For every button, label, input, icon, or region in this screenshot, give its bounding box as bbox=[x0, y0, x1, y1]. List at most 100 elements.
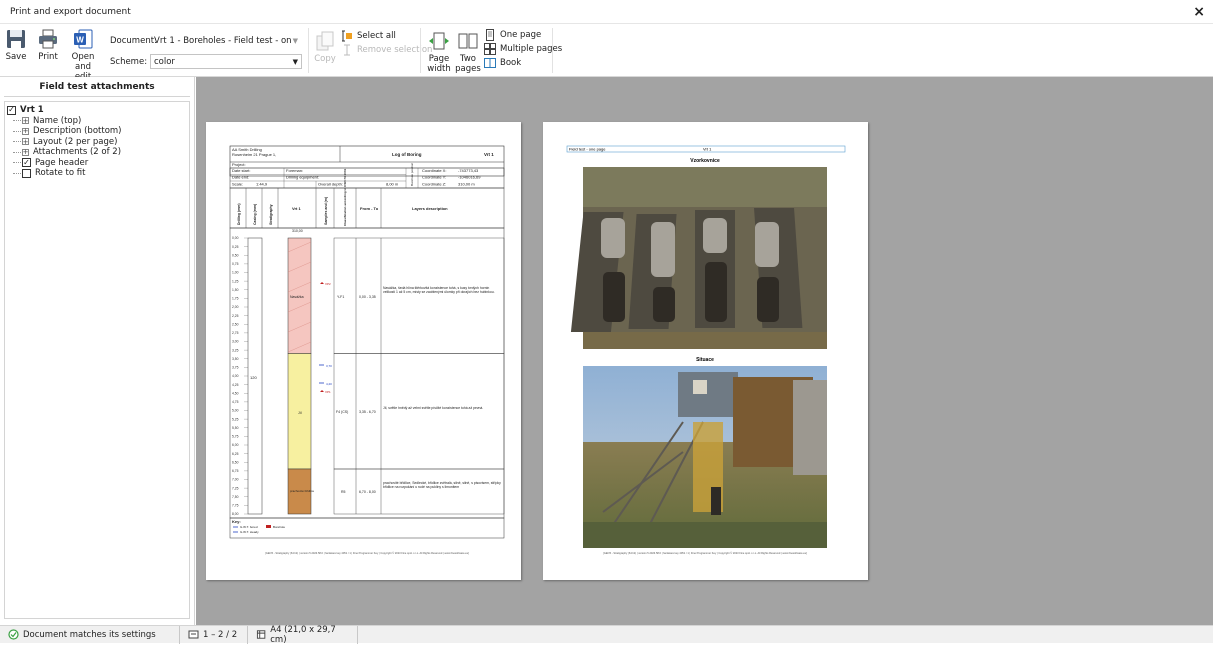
print-button[interactable]: Print bbox=[35, 28, 61, 62]
two-pages-icon bbox=[458, 33, 478, 49]
depth-tick-label: 1,50 bbox=[232, 288, 239, 292]
multiple-pages-button[interactable]: Multiple pages bbox=[484, 43, 562, 55]
expand-plus-icon[interactable]: + bbox=[22, 117, 29, 125]
expand-plus-icon[interactable]: + bbox=[22, 138, 29, 146]
borehole-name: Vrt 1 bbox=[484, 152, 494, 157]
book-button[interactable]: Book bbox=[484, 57, 521, 69]
tree-item-rotate-to-fit[interactable]: Rotate to fit bbox=[5, 168, 189, 179]
depth-tick-label: 5,50 bbox=[232, 426, 239, 430]
boring-log-sheet: AA Smith Drilling Rosenheim 21 Prague 1,… bbox=[229, 145, 505, 555]
multiple-pages-icon bbox=[484, 43, 496, 55]
depth-tick-label: 1,75 bbox=[232, 297, 239, 301]
tree-item-label: Vrt 1 bbox=[20, 105, 44, 116]
tree-item-label: Layout (2 per page) bbox=[33, 136, 118, 147]
open-and-edit-button[interactable]: W Open and edit bbox=[66, 28, 100, 82]
save-button[interactable]: Save bbox=[3, 28, 29, 62]
depth-tick-label: 0,25 bbox=[232, 245, 239, 249]
layer-1-desc-box: Navážka, šedá hlína štěrkovitá konzisten… bbox=[383, 286, 495, 294]
position-label: Borehole position bbox=[410, 162, 414, 186]
scale-label: Scale: bbox=[232, 182, 243, 187]
sample-marker-icon bbox=[320, 282, 324, 284]
print-preview-area[interactable]: AA Smith Drilling Rosenheim 21 Prague 1,… bbox=[196, 77, 1213, 625]
sample-marker-icon bbox=[320, 390, 324, 392]
select-all-button[interactable]: Select all bbox=[341, 30, 396, 42]
depth-tick-label: 7,50 bbox=[232, 495, 239, 499]
status-paper-text: A4 (21,0 x 29,7 cm) bbox=[270, 624, 336, 645]
tree-item-attachments[interactable]: + Attachments (2 of 2) bbox=[5, 147, 189, 158]
page-width-icon bbox=[429, 32, 449, 50]
coord-x-label: Coordinate X: bbox=[422, 168, 446, 173]
preview-page-1[interactable]: AA Smith Drilling Rosenheim 21 Prague 1,… bbox=[206, 122, 521, 580]
two-pages-label-1: Two bbox=[460, 54, 476, 64]
layer-2-class: F4 (CS) bbox=[336, 410, 348, 414]
tree-item-label: Attachments (2 of 2) bbox=[33, 147, 122, 158]
page-header-right: Vrt 1 bbox=[703, 147, 712, 152]
depth-value: 8,00 m bbox=[386, 182, 399, 187]
expand-plus-icon[interactable]: + bbox=[22, 127, 29, 135]
layer-1-description: Navážka, šedá hlína štěrkovitá konzisten… bbox=[383, 286, 495, 294]
checkbox-checked-icon[interactable]: ✓ bbox=[7, 105, 16, 115]
copy-label: Copy bbox=[314, 54, 336, 64]
close-icon[interactable]: × bbox=[1193, 4, 1205, 20]
key-item-1: G.W.T. bored bbox=[240, 525, 258, 529]
attachments-panel-header: Field test attachments bbox=[4, 77, 190, 97]
key-label: Key: bbox=[232, 519, 241, 524]
scheme-select[interactable]: color ▼ bbox=[150, 54, 302, 69]
coord-y-value: -1046016,69 bbox=[458, 175, 481, 180]
one-page-button[interactable]: One page bbox=[484, 29, 541, 41]
printer-icon bbox=[39, 29, 57, 49]
layer-3-description: prachovité břidlice, Sedlecké, břidlice … bbox=[383, 481, 501, 489]
tree-item-name-top[interactable]: + Name (top) bbox=[5, 116, 189, 127]
depth-tick-label: 6,50 bbox=[232, 460, 239, 464]
ribbon-separator bbox=[552, 28, 553, 73]
pages-icon bbox=[188, 630, 199, 639]
col-casing: Casing (mm) bbox=[253, 204, 257, 225]
col-drilling: Drilling (mm) bbox=[237, 203, 241, 225]
project-label: Project: bbox=[232, 162, 246, 167]
svg-text:W: W bbox=[76, 36, 84, 45]
col-stratigraphy: Stratigraphy bbox=[269, 204, 273, 225]
tree-item-label: Name (top) bbox=[33, 115, 82, 126]
scale-value: 1:44,9 bbox=[256, 182, 268, 187]
layer-1-fromto: 0,00 - 3,35 bbox=[359, 295, 376, 299]
scheme-label: Scheme: bbox=[110, 57, 148, 67]
cursor-icon bbox=[344, 44, 350, 56]
depth-tick-label: 4,25 bbox=[232, 383, 239, 387]
status-pages: 1 – 2 / 2 bbox=[180, 625, 248, 644]
remove-selection-button[interactable]: Remove selection bbox=[341, 44, 432, 56]
depth-tick-label: 6,75 bbox=[232, 469, 239, 473]
tree-item-layout[interactable]: + Layout (2 per page) bbox=[5, 137, 189, 148]
two-pages-label-2: pages bbox=[455, 64, 481, 74]
copy-button[interactable]: Copy bbox=[313, 30, 337, 64]
depth-tick-label: 6,25 bbox=[232, 452, 239, 456]
settings-check-icon bbox=[8, 629, 19, 640]
two-pages-button[interactable]: Two pages bbox=[455, 30, 481, 74]
page-1-footer: [GEO5 - Stratigraphy (64 bit) | version … bbox=[265, 551, 469, 555]
depth-tick-label: 5,75 bbox=[232, 435, 239, 439]
equipment-label: Drilling equipment: bbox=[286, 175, 319, 180]
page-width-button[interactable]: Page width bbox=[425, 30, 453, 74]
ribbon-toolbar: Save Print W Open and edit Document: Vrt… bbox=[0, 24, 1213, 82]
depth-tick-label: 2,00 bbox=[232, 305, 239, 309]
date-end-label: Date end: bbox=[232, 175, 249, 180]
checkbox-unchecked-icon[interactable] bbox=[22, 168, 31, 178]
document-select[interactable]: Vrt 1 - Boreholes - Field test - one pag… bbox=[150, 33, 302, 48]
tree-item-description-bottom[interactable]: + Description (bottom) bbox=[5, 126, 189, 137]
expand-plus-icon[interactable]: + bbox=[22, 148, 29, 156]
checkbox-checked-icon[interactable]: ✓ bbox=[22, 158, 31, 168]
page-width-label-2: width bbox=[427, 64, 451, 74]
layer-2-fromto: 3,35 - 6,70 bbox=[359, 410, 376, 414]
select-all-icon bbox=[342, 30, 352, 42]
depth-label: Overall depth: bbox=[318, 182, 343, 187]
status-settings: Document matches its settings bbox=[0, 625, 180, 644]
preview-page-2[interactable]: Field test - one page Vrt 1 Vzorkovnice bbox=[543, 122, 868, 580]
layer-3-fromto: 6,70 - 8,00 bbox=[359, 490, 376, 494]
tree-item-page-header[interactable]: ✓ Page header bbox=[5, 158, 189, 169]
photo-attachments-sheet: Field test - one page Vrt 1 Vzorkovnice bbox=[566, 145, 846, 555]
tree-item-vrt1[interactable]: ✓ Vrt 1 bbox=[5, 105, 189, 116]
tree-item-label: Rotate to fit bbox=[35, 168, 86, 179]
photo-1-title: Vzorkovnice bbox=[690, 158, 720, 164]
depth-tick-label: 8,00 bbox=[232, 512, 239, 516]
ribbon-separator bbox=[420, 28, 421, 73]
col-vrt: Vrt 1 bbox=[292, 206, 301, 211]
